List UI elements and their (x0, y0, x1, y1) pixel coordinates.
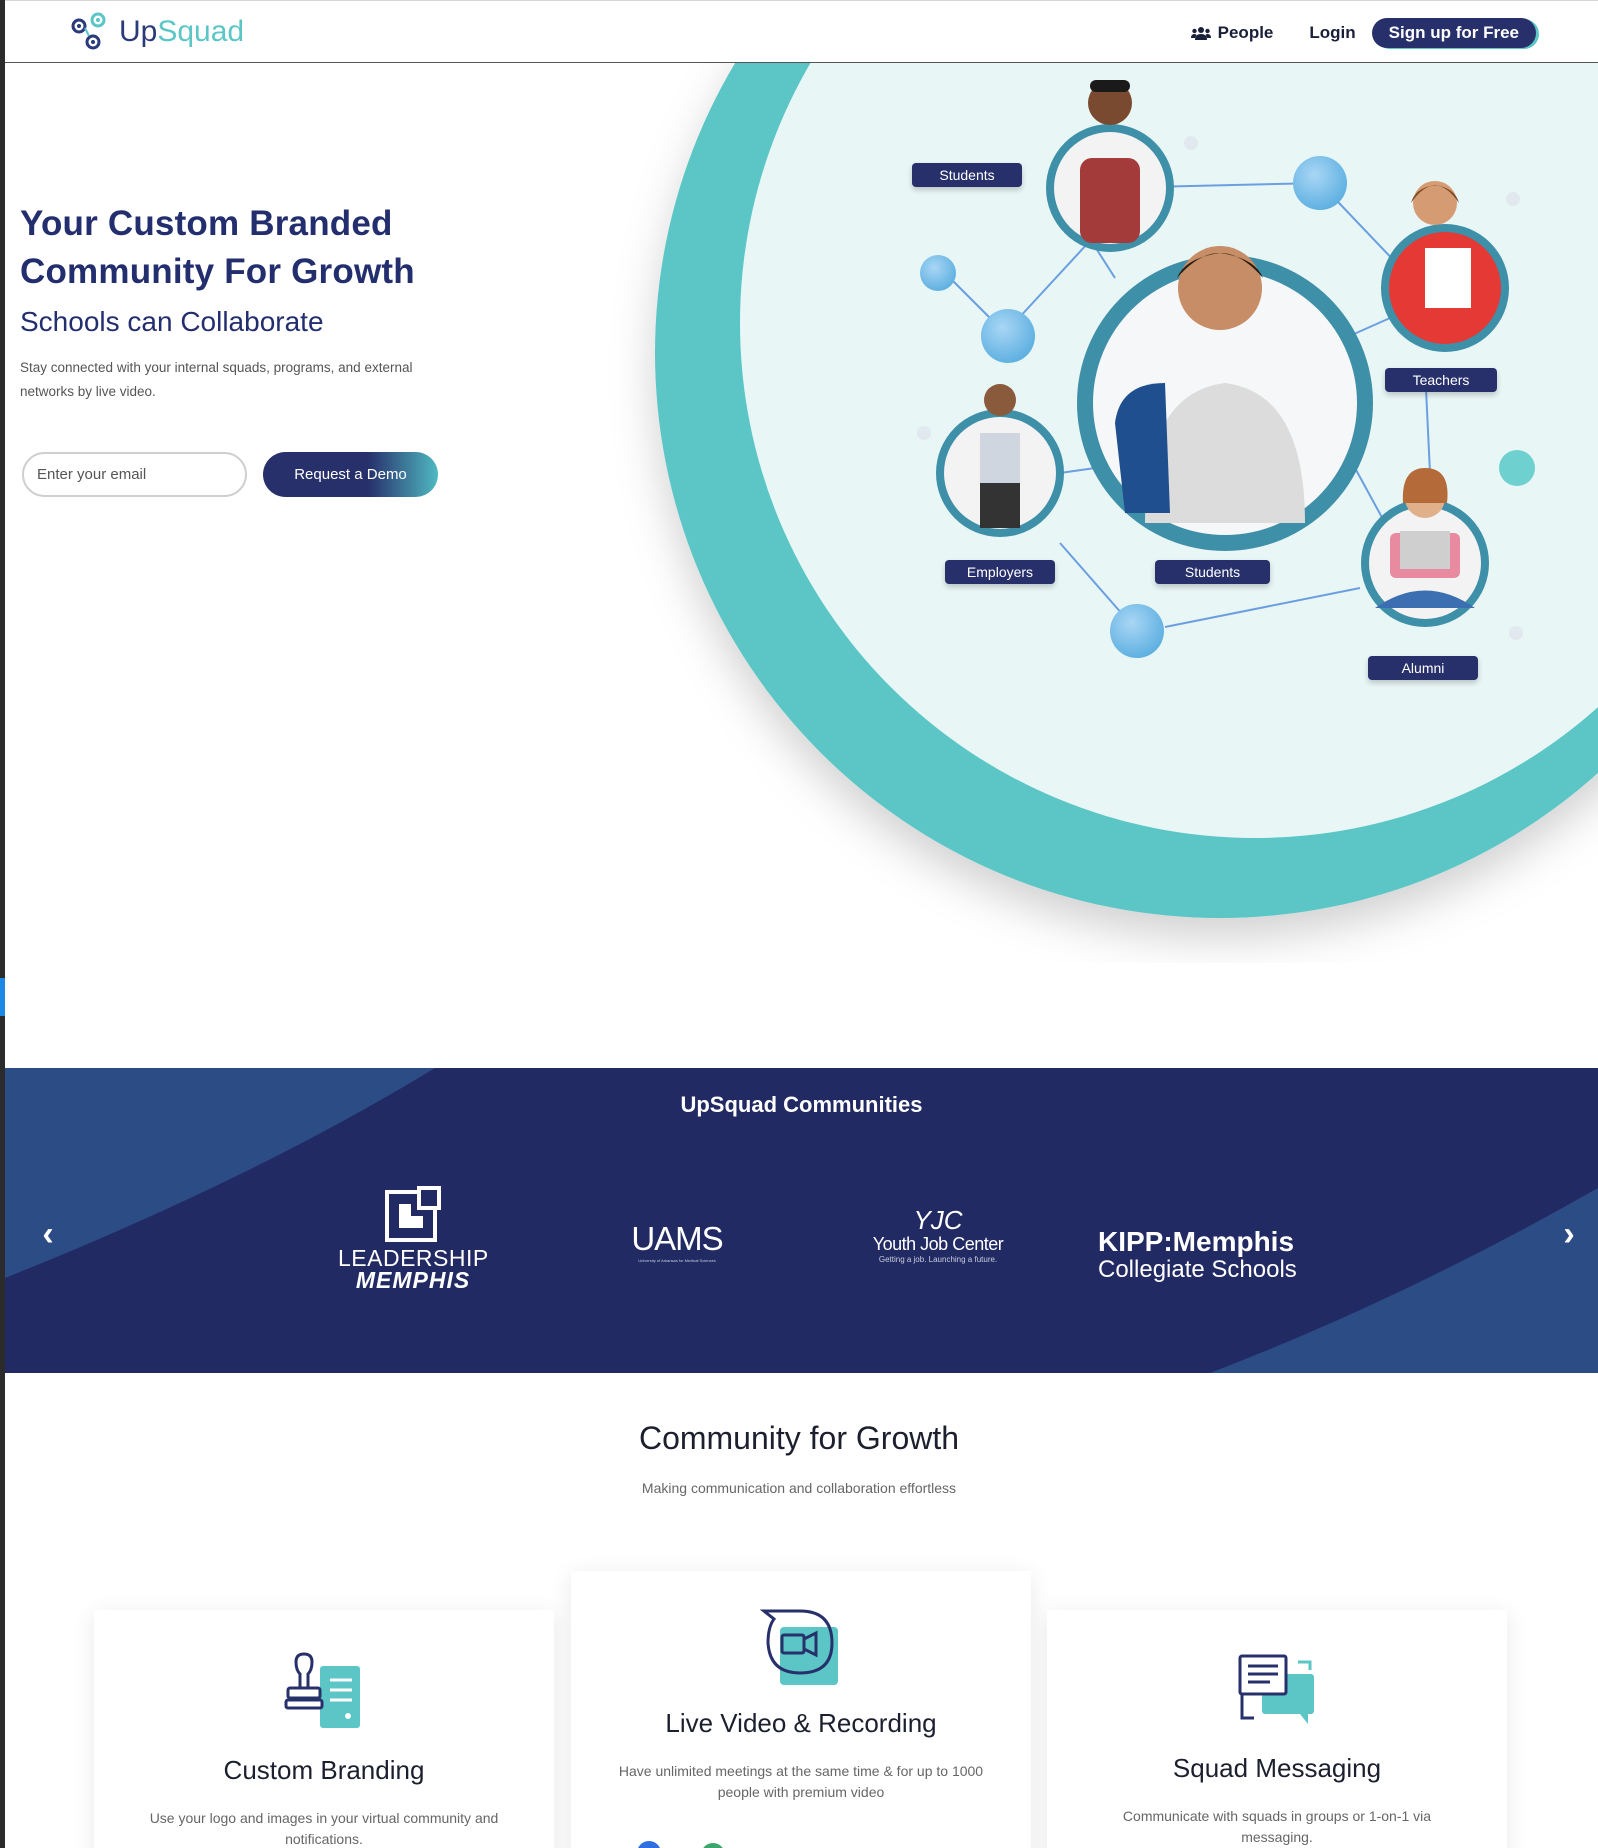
card-title: Live Video & Recording (665, 1708, 937, 1738)
site-header: UpSquad People Login Sign up for Free (5, 0, 1598, 63)
demo-form: Request a Demo (22, 452, 438, 497)
hero-illustration: Students Teachers Employers Students Alu… (5, 63, 1598, 963)
logo-uams[interactable]: UAMS University of Arkansas for Medical … (622, 1220, 732, 1263)
upsquad-logo-mark-icon (71, 12, 106, 50)
logo-youth-job-center[interactable]: YJC Youth Job Center Getting a job. Laun… (863, 1206, 1013, 1264)
growth-title: Community for Growth (638, 1420, 960, 1456)
card-title: Custom Branding (223, 1755, 425, 1785)
label-students-top: Students (912, 163, 1022, 187)
avatar-dot (637, 1841, 661, 1848)
avatar-employer (936, 384, 1064, 537)
network-bubble (981, 309, 1035, 363)
network-graphic (655, 63, 1598, 918)
communities-band: UpSquad Communities ‹ › LEADERSHIP MEMPH… (5, 1068, 1598, 1373)
growth-subtitle: Making communication and collaboration e… (641, 1480, 957, 1496)
leadership-line1: LEADERSHIP (338, 1245, 489, 1271)
card-title: Squad Messaging (1172, 1753, 1382, 1783)
hero-circle-inner (740, 63, 1598, 838)
request-demo-button[interactable]: Request a Demo (263, 452, 438, 497)
hero-subtitle: Schools can Collaborate (20, 306, 324, 337)
yjc-name: Youth Job Center (872, 1234, 1004, 1254)
signup-button[interactable]: Sign up for Free (1371, 18, 1536, 48)
kipp-line1: KIPP:Memphis (1098, 1226, 1295, 1257)
feature-card-video: Live Video & Recording Have unlimited me… (571, 1571, 1031, 1848)
nav-people-label: People (1217, 23, 1274, 42)
logo-leadership-memphis[interactable]: LEADERSHIP MEMPHIS (338, 1186, 489, 1293)
upsquad-logo[interactable]: UpSquad (69, 11, 244, 53)
carousel-prev-button[interactable]: ‹ (33, 1214, 63, 1254)
leadership-line2: MEMPHIS (355, 1267, 471, 1293)
avatar-alumni (1361, 468, 1489, 627)
hero-title: Your Custom Branded Community For Growth (20, 200, 540, 296)
card-description: Communicate with squads in groups or 1-o… (1122, 1808, 1432, 1845)
browser-edge (0, 0, 5, 1848)
avatar-teacher (1381, 181, 1509, 352)
hero-description: Stay connected with your internal squads… (20, 360, 413, 399)
feature-card-messaging: Squad Messaging Communicate with squads … (1047, 1610, 1507, 1848)
email-input[interactable] (22, 452, 247, 497)
kipp-line2: Collegiate Schools (1098, 1256, 1297, 1283)
network-bubble (1293, 156, 1347, 210)
avatar-dot (701, 1843, 725, 1848)
network-bubble (1499, 450, 1535, 486)
messaging-icon (1238, 1654, 1314, 1724)
video-chat-icon (759, 1609, 838, 1685)
chevron-right-icon: › (1563, 1214, 1575, 1253)
network-bubble (920, 255, 956, 291)
label-teachers: Teachers (1385, 368, 1497, 392)
label-alumni: Alumni (1368, 656, 1478, 680)
hero-circle-outer (655, 63, 1598, 918)
feature-card-branding: Custom Branding Use your logo and images… (94, 1610, 554, 1848)
uams-small-text: University of Arkansas for Medical Scien… (638, 1258, 716, 1263)
avatar-student-center (1077, 246, 1373, 551)
yjc-mark: YJC (913, 1205, 963, 1235)
hero-copy: Your Custom Branded Community For Growth… (20, 200, 540, 404)
avatar-student-top (1046, 80, 1174, 252)
hero-title-line2: Community For Growth (20, 252, 415, 291)
people-icon (1190, 27, 1211, 40)
communities-title: UpSquad Communities (680, 1092, 923, 1117)
leadership-memphis-mark-icon (385, 1186, 441, 1242)
network-bubble (1110, 604, 1164, 658)
card-description: Have unlimited meetings at the same time… (618, 1763, 984, 1800)
scroll-indicator (0, 978, 5, 1016)
nav-people-link[interactable]: People (1190, 23, 1274, 43)
logo-prefix: Up (119, 15, 158, 48)
chevron-left-icon: ‹ (42, 1214, 54, 1253)
nav-login-link[interactable]: Login (1309, 23, 1355, 43)
top-nav: People Login Sign up for Free (1190, 18, 1536, 48)
stamp-icon (284, 1652, 360, 1728)
card-description: Use your logo and images in your virtual… (149, 1810, 499, 1847)
label-employers: Employers (945, 560, 1055, 584)
logo-kipp-memphis[interactable]: KIPP:Memphis Collegiate Schools (1098, 1228, 1308, 1284)
upsquad-logo-text: UpSquad (119, 15, 244, 49)
yjc-tagline: Getting a job. Launching a future. (878, 1255, 998, 1264)
hero-title-line1: Your Custom Branded (20, 204, 393, 243)
logo-suffix: Squad (157, 15, 245, 48)
uams-wordmark: UAMS (631, 1220, 723, 1257)
carousel-next-button[interactable]: › (1554, 1214, 1584, 1254)
label-students-center: Students (1155, 560, 1270, 584)
